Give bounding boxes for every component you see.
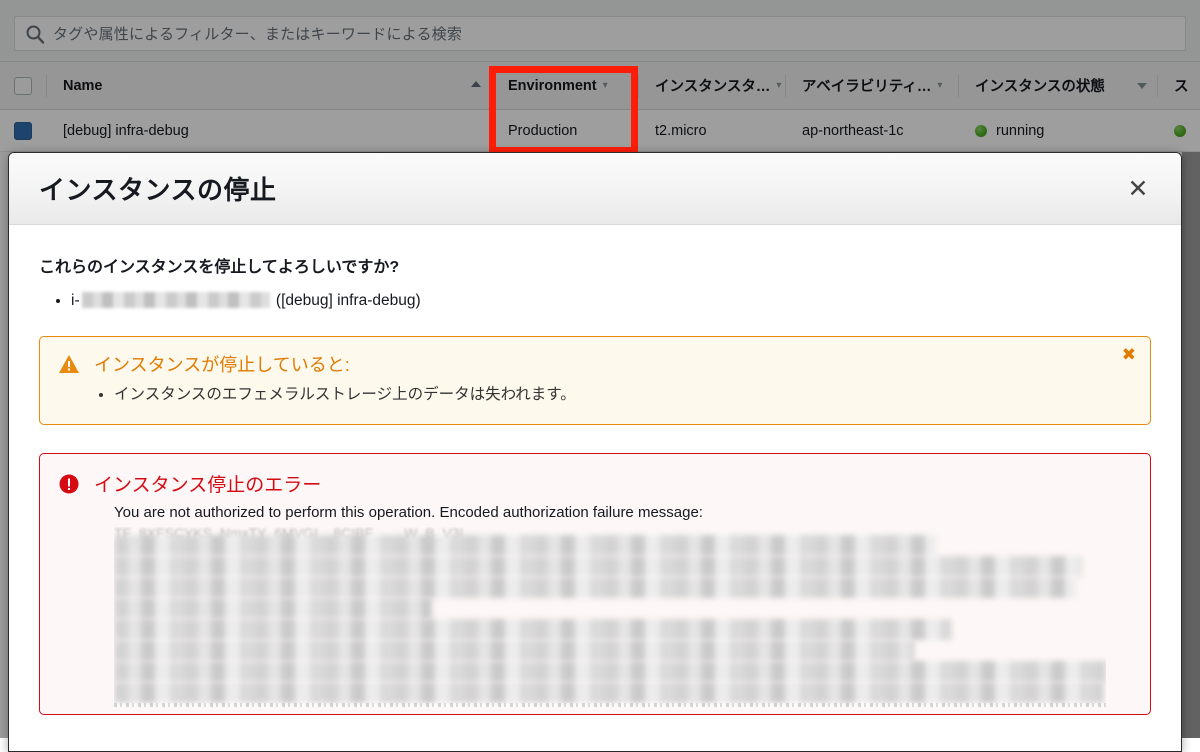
confirm-question: これらのインスタンスを停止してよろしいですか? — [39, 259, 400, 276]
close-icon[interactable]: ✕ — [1121, 172, 1155, 206]
warning-alert-title: インスタンスが停止していると: — [94, 354, 350, 375]
list-item: インスタンスのエフェメラルストレージ上のデータは失われます。 — [114, 383, 1110, 406]
instance-id-redacted — [81, 292, 270, 308]
warning-alert: ✖ インスタンスが停止していると: インスタンスのエフェメラルストレージ上のデー… — [39, 335, 1151, 426]
instance-name: ([debug] infra-debug) — [275, 292, 421, 309]
modal-header: インスタンスの停止 ✕ — [9, 153, 1181, 225]
error-alert-title: インスタンス停止のエラー — [94, 475, 322, 497]
instance-id-prefix: i- — [71, 292, 80, 309]
instance-list: i- ([debug] infra-debug) — [39, 289, 1151, 314]
encoded-authorization-message-redacted: TF_8XFSCYKS_NmxTY_6MVGI__8C!BF____W_B_V3… — [114, 527, 1106, 708]
stop-instances-modal: インスタンスの停止 ✕ これらのインスタンスを停止してよろしいですか? i- (… — [8, 152, 1182, 752]
error-alert: インスタンス停止のエラー You are not authorized to p… — [39, 453, 1151, 716]
annotation-highlight-rectangle — [489, 66, 638, 154]
error-alert-message: You are not authorized to perform this o… — [114, 504, 703, 522]
error-exclamation-icon — [58, 473, 80, 495]
modal-body: これらのインスタンスを停止してよろしいですか? i- ([debug] infr… — [9, 225, 1181, 716]
modal-right-gutter — [1182, 152, 1200, 738]
page-title: インスタンスの停止 — [39, 175, 277, 205]
warning-alert-dismiss-icon[interactable]: ✖ — [1122, 346, 1136, 364]
warning-alert-items: インスタンスのエフェメラルストレージ上のデータは失われます。 — [58, 383, 1110, 406]
list-item: i- ([debug] infra-debug) — [71, 289, 1151, 314]
warning-triangle-icon — [58, 353, 80, 375]
error-alert-detail: You are not authorized to perform this o… — [114, 502, 1132, 708]
